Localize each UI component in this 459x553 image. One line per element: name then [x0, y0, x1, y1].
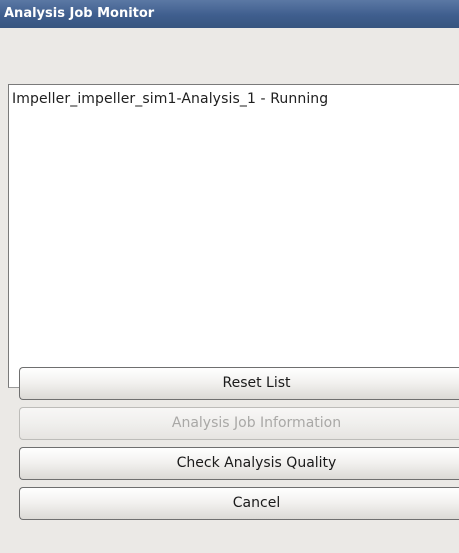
window-title: Analysis Job Monitor: [4, 6, 155, 21]
title-bar[interactable]: Analysis Job Monitor: [0, 0, 459, 28]
check-analysis-quality-button[interactable]: Check Analysis Quality: [19, 447, 459, 480]
list-item[interactable]: Impeller_impeller_sim1-Analysis_1 - Runn…: [12, 90, 328, 108]
dialog-body: Impeller_impeller_sim1-Analysis_1 - Runn…: [0, 28, 459, 553]
analysis-job-monitor-window: Analysis Job Monitor Impeller_impeller_s…: [0, 0, 459, 553]
reset-list-button[interactable]: Reset List: [19, 367, 459, 400]
cancel-button[interactable]: Cancel: [19, 487, 459, 520]
job-list[interactable]: Impeller_impeller_sim1-Analysis_1 - Runn…: [8, 84, 459, 388]
analysis-job-information-button[interactable]: Analysis Job Information: [19, 407, 459, 440]
